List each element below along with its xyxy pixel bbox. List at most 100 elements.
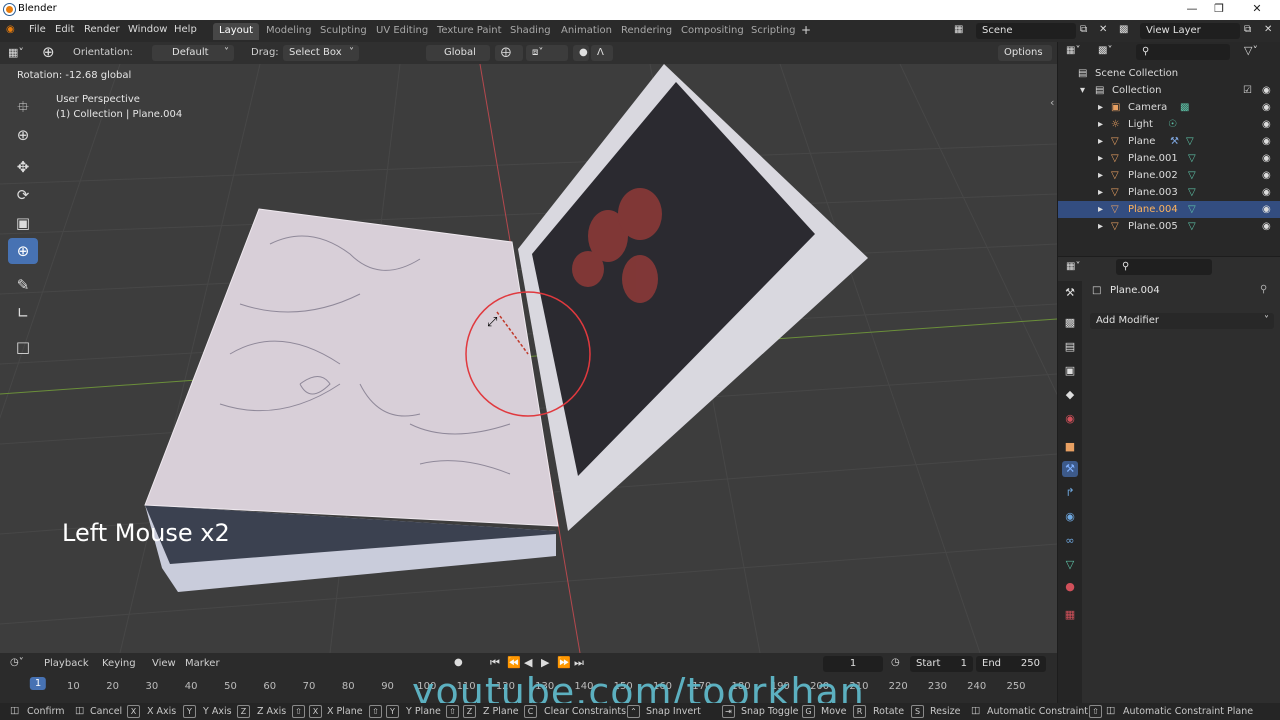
eye-icon[interactable]: ◉ — [1262, 153, 1274, 164]
modifier-tab-icon[interactable]: ⚒ — [1062, 461, 1078, 477]
close-icon[interactable]: ✕ — [1245, 2, 1269, 18]
rotate-icon[interactable]: ⟳ — [8, 182, 38, 208]
proportional-edit-icon[interactable]: ● — [573, 45, 589, 61]
menu-view[interactable]: View — [152, 658, 176, 669]
play-reverse-icon[interactable]: ◀ — [524, 656, 532, 669]
record-icon[interactable]: ● — [454, 657, 463, 668]
pivot-point-icon[interactable]: ⨁ — [495, 45, 523, 61]
scale-icon[interactable]: ▣ — [8, 210, 38, 236]
add-cube-icon[interactable]: □ — [8, 334, 38, 360]
move-icon[interactable]: ✥ — [8, 154, 38, 180]
eye-icon[interactable]: ◉ — [1262, 221, 1274, 232]
editor-type-icon[interactable]: ▦˅ — [8, 46, 24, 59]
sidebar-toggle-icon[interactable]: ‹ — [1050, 96, 1054, 109]
tool-tab-icon[interactable]: ⚒ — [1062, 285, 1078, 301]
tab-layout[interactable]: Layout — [213, 23, 259, 40]
outliner-item-plane[interactable]: ▸ ▽ Plane ⚒ ▽ ◉ — [1058, 133, 1280, 150]
eye-icon[interactable]: ◉ — [1262, 136, 1274, 147]
data-tab-icon[interactable]: ▽ — [1062, 557, 1078, 573]
jump-start-icon[interactable]: ⏮ — [490, 656, 500, 670]
outliner-item-light[interactable]: ▸ ☼ Light ☉ ◉ — [1058, 116, 1280, 133]
transform-tool-icon[interactable]: ⊕ — [42, 43, 55, 61]
tab-shading[interactable]: Shading — [504, 23, 557, 40]
menu-edit[interactable]: Edit — [55, 24, 74, 35]
outliner-item-plane-001[interactable]: ▸ ▽ Plane.001 ▽ ◉ — [1058, 150, 1280, 167]
menu-file[interactable]: File — [29, 24, 46, 35]
snap-icon[interactable]: ⧈˅ — [526, 45, 568, 61]
stopwatch-icon[interactable]: ◷ — [891, 657, 900, 668]
editor-type-icon[interactable]: ◷˅ — [10, 657, 24, 668]
outliner-item-plane-005[interactable]: ▸ ▽ Plane.005 ▽ ◉ — [1058, 218, 1280, 235]
filter-icon[interactable]: ▽˅ — [1244, 44, 1258, 57]
tab-uv-editing[interactable]: UV Editing — [370, 23, 434, 40]
tab-modeling[interactable]: Modeling — [260, 23, 318, 40]
object-tab-icon[interactable]: ■ — [1062, 439, 1078, 455]
display-mode-icon[interactable]: ▩˅ — [1098, 45, 1112, 56]
checkbox-icon[interactable]: ☑ — [1243, 85, 1252, 96]
maximize-icon[interactable]: ❐ — [1207, 2, 1231, 18]
render-tab-icon[interactable]: ▩ — [1062, 315, 1078, 331]
outliner-search-input[interactable]: ⚲ — [1136, 44, 1230, 60]
view-layer-icon[interactable]: ▩ — [1119, 24, 1128, 35]
end-frame-field[interactable]: End 250 — [976, 656, 1046, 672]
select-box-icon[interactable]: ⯐ — [8, 94, 38, 120]
annotate-icon[interactable]: ✎ — [8, 272, 38, 298]
eye-icon[interactable]: ◉ — [1262, 170, 1274, 181]
outliner-item-plane-003[interactable]: ▸ ▽ Plane.003 ▽ ◉ — [1058, 184, 1280, 201]
scene-icon[interactable]: ▦ — [954, 24, 963, 35]
measure-icon[interactable]: ∟ — [8, 300, 38, 326]
view-layer-remove-icon[interactable]: ✕ — [1264, 24, 1272, 35]
play-icon[interactable]: ▶ — [541, 656, 549, 669]
prev-keyframe-icon[interactable]: ⏪ — [507, 656, 521, 669]
eye-icon[interactable]: ◉ — [1262, 204, 1274, 215]
left-page-plane[interactable] — [144, 208, 559, 527]
outliner-collection[interactable]: ▾ ▤ Collection ☑ ◉ — [1058, 82, 1280, 99]
eye-icon[interactable]: ◉ — [1262, 187, 1274, 198]
3d-viewport[interactable]: ⤢ Rotation: -12.68 global User Perspecti… — [0, 64, 1057, 653]
outliner-item-plane-002[interactable]: ▸ ▽ Plane.002 ▽ ◉ — [1058, 167, 1280, 184]
minimize-icon[interactable]: — — [1180, 2, 1204, 18]
orientation-dropdown[interactable]: Default ˅ — [152, 45, 234, 61]
material-tab-icon[interactable]: ● — [1062, 579, 1078, 595]
view-layer-tab-icon[interactable]: ▣ — [1062, 363, 1078, 379]
pin-icon[interactable]: ⚲ — [1260, 284, 1267, 295]
start-frame-field[interactable]: Start 1 — [910, 656, 973, 672]
tab-compositing[interactable]: Compositing — [675, 23, 750, 40]
view-layer-field[interactable]: View Layer — [1140, 23, 1240, 39]
tab-sculpting[interactable]: Sculpting — [314, 23, 373, 40]
physics-tab-icon[interactable]: ◉ — [1062, 509, 1078, 525]
scene-tab-icon[interactable]: ◆ — [1062, 387, 1078, 403]
menu-playback[interactable]: Playback — [44, 658, 89, 669]
constraints-tab-icon[interactable]: ∞ — [1062, 533, 1078, 549]
eye-icon[interactable]: ◉ — [1262, 102, 1274, 113]
outliner-item-camera[interactable]: ▸ ▣ Camera ▩ ◉ — [1058, 99, 1280, 116]
transform-icon[interactable]: ⊕ — [8, 238, 38, 264]
menu-help[interactable]: Help — [174, 24, 197, 35]
drag-dropdown[interactable]: Select Box ˅ — [283, 45, 359, 61]
transform-orientation-dropdown[interactable]: Global — [426, 45, 490, 61]
next-keyframe-icon[interactable]: ⏩ — [557, 656, 571, 669]
scene-copy-icon[interactable]: ⧉ — [1080, 24, 1087, 35]
menu-keying[interactable]: Keying — [102, 658, 136, 669]
add-workspace-button[interactable]: + — [801, 23, 811, 37]
jump-end-icon[interactable]: ⏭ — [574, 656, 584, 670]
falloff-icon[interactable]: Λ — [591, 45, 613, 61]
texture-tab-icon[interactable]: ▦ — [1062, 607, 1078, 623]
menu-render[interactable]: Render — [84, 24, 120, 35]
scene-field[interactable]: Scene — [976, 23, 1076, 39]
output-tab-icon[interactable]: ▤ — [1062, 339, 1078, 355]
editor-type-icon[interactable]: ▦˅ — [1066, 45, 1080, 56]
outliner-item-plane-004[interactable]: ▸ ▽ Plane.004 ▽ ◉ — [1058, 201, 1280, 218]
eye-icon[interactable]: ◉ — [1262, 85, 1274, 96]
eye-icon[interactable]: ◉ — [1262, 119, 1274, 130]
add-modifier-dropdown[interactable]: Add Modifier ˅ — [1090, 313, 1274, 329]
particles-tab-icon[interactable]: ↱ — [1062, 485, 1078, 501]
world-tab-icon[interactable]: ◉ — [1062, 411, 1078, 427]
properties-search-input[interactable]: ⚲ — [1116, 259, 1212, 275]
menu-window[interactable]: Window — [128, 24, 167, 35]
viewport-scene[interactable]: ⤢ — [0, 64, 1057, 653]
cursor-icon[interactable]: ⊕ — [8, 122, 38, 148]
view-layer-copy-icon[interactable]: ⧉ — [1244, 24, 1251, 35]
outliner-scene-collection[interactable]: ▤ Scene Collection — [1058, 65, 1280, 82]
tab-texture-paint[interactable]: Texture Paint — [431, 23, 508, 40]
